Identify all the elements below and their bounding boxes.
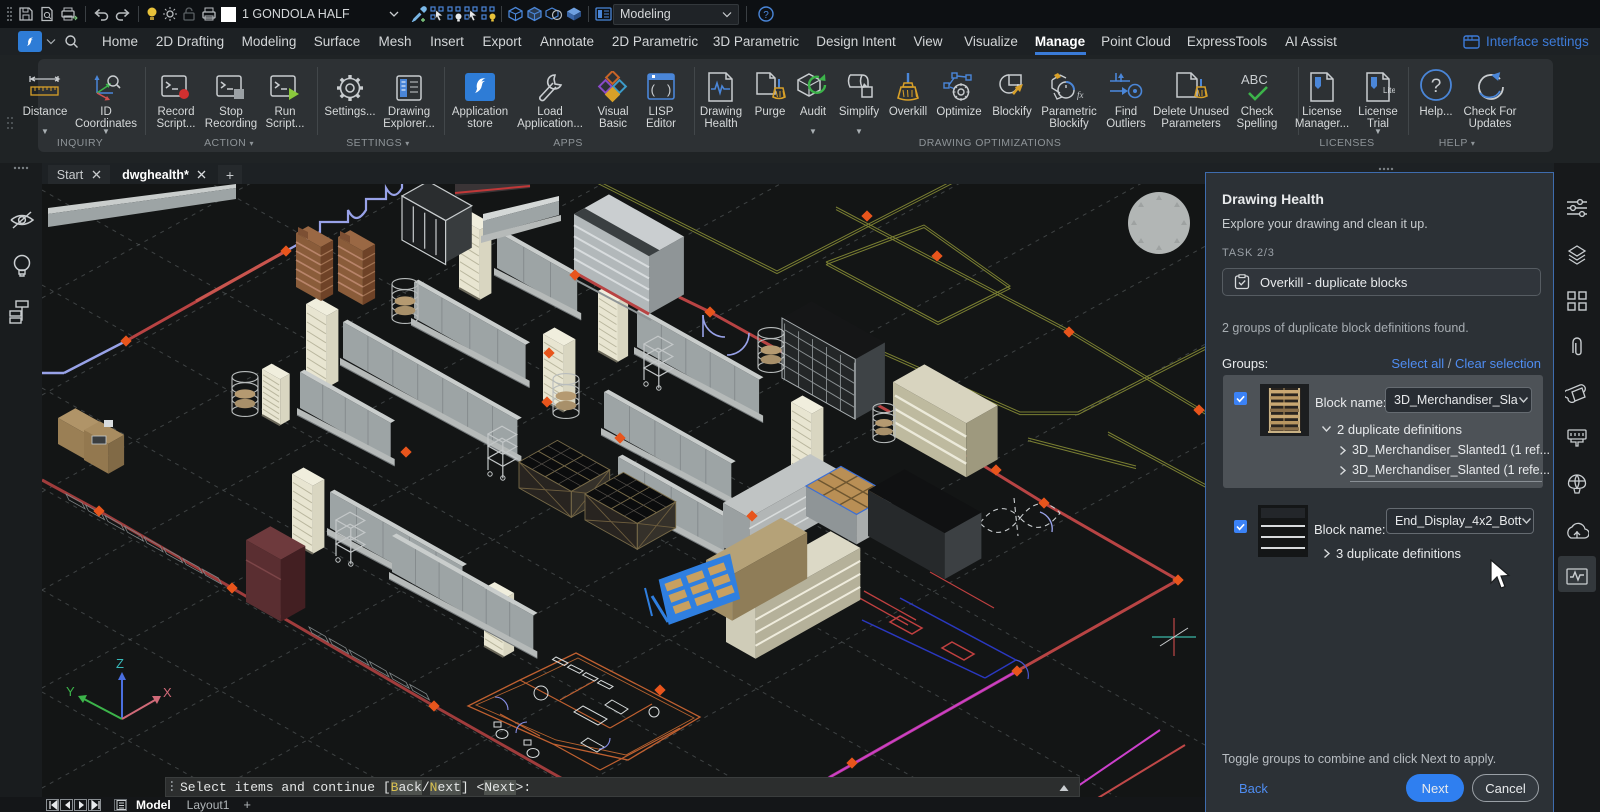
- svg-text:?: ?: [763, 10, 769, 21]
- svg-text:Lite: Lite: [1383, 86, 1395, 95]
- svg-text:( ): ( ): [649, 83, 672, 98]
- svg-text:fx: fx: [1077, 90, 1084, 100]
- svg-text:?: ?: [1431, 76, 1442, 97]
- svg-text:Z: Z: [116, 656, 124, 671]
- svg-text:ABC: ABC: [1241, 72, 1268, 87]
- svg-text:X: X: [163, 685, 172, 700]
- svg-text:Y: Y: [66, 684, 75, 699]
